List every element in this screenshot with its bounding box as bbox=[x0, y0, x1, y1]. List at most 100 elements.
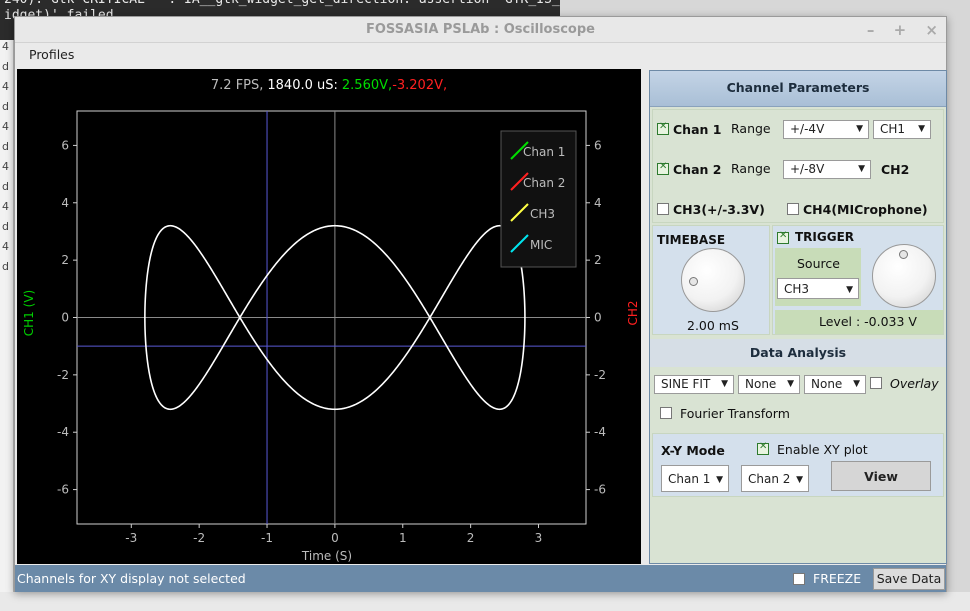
strip-char: 4 bbox=[2, 240, 9, 253]
xy-x-channel-select[interactable]: Chan 1 ▼ bbox=[661, 465, 729, 492]
trigger-source-select[interactable]: CH3 ▼ bbox=[777, 278, 859, 299]
legend-item-chan2: Chan 2 bbox=[523, 176, 565, 190]
overlay-checkbox[interactable] bbox=[870, 377, 882, 389]
analysis-option-2-value: None bbox=[811, 377, 843, 391]
trigger-level-value: Level : -0.033 V bbox=[819, 314, 917, 329]
chevron-down-icon: ▼ bbox=[858, 164, 865, 174]
strip-char: 4 bbox=[2, 120, 9, 133]
ch4-checkbox[interactable] bbox=[787, 203, 799, 215]
chan1-source-value: CH1 bbox=[880, 122, 906, 136]
fit-value: SINE FIT bbox=[661, 377, 711, 391]
y-tick-label: -2 bbox=[57, 368, 69, 382]
strip-char: 4 bbox=[2, 80, 9, 93]
strip-char: d bbox=[2, 140, 9, 153]
menu-profiles[interactable]: Profiles bbox=[29, 47, 74, 62]
freeze-label: FREEZE bbox=[813, 571, 862, 586]
timebase-title: TIMEBASE bbox=[657, 233, 726, 247]
control-panel: Channel Parameters Chan 1 Range +/-4V ▼ C… bbox=[649, 70, 947, 564]
trigger-level-knob[interactable] bbox=[872, 244, 936, 308]
enable-xy-checkbox[interactable] bbox=[757, 441, 769, 455]
x-tick-label: 0 bbox=[331, 531, 339, 545]
minimize-button[interactable]: – bbox=[867, 21, 875, 39]
chan2-range-select[interactable]: +/-8V ▼ bbox=[783, 160, 871, 179]
strip-char: 4 bbox=[2, 40, 9, 53]
strip-char: d bbox=[2, 180, 9, 193]
fourier-label: Fourier Transform bbox=[680, 406, 790, 421]
y-axis-label-ch2: CH2 bbox=[626, 300, 640, 325]
scope-plot[interactable]: 7.2 FPS, 1840.0 uS: 2.560V, -3.202V, -3 -… bbox=[17, 69, 641, 564]
chevron-down-icon: ▼ bbox=[856, 124, 863, 134]
x-tick-label: 3 bbox=[535, 531, 543, 545]
strip-char: d bbox=[2, 60, 9, 73]
close-button[interactable]: × bbox=[925, 21, 938, 39]
trigger-title: TRIGGER bbox=[795, 230, 855, 244]
y-tick-label: -4 bbox=[57, 425, 69, 439]
y2-tick-label: -6 bbox=[594, 483, 606, 497]
timebase-knob[interactable] bbox=[681, 248, 745, 312]
chan2-checkbox[interactable] bbox=[657, 161, 669, 175]
freeze-checkbox[interactable] bbox=[793, 572, 805, 585]
chevron-down-icon: ▼ bbox=[716, 475, 723, 485]
chan2-range-value: +/-8V bbox=[790, 162, 825, 176]
chevron-down-icon: ▼ bbox=[721, 379, 728, 389]
status-bar: Channels for XY display not selected FRE… bbox=[15, 565, 946, 592]
chevron-down-icon: ▼ bbox=[853, 379, 860, 389]
trigger-source-label: Source bbox=[797, 256, 840, 271]
view-button[interactable]: View bbox=[831, 461, 931, 491]
x-tick-label: 1 bbox=[399, 531, 407, 545]
chevron-down-icon: ▼ bbox=[787, 379, 794, 389]
chan1-source-select[interactable]: CH1 ▼ bbox=[873, 120, 931, 139]
chevron-down-icon: ▼ bbox=[846, 285, 853, 295]
menu-bar: Profiles bbox=[15, 43, 946, 69]
y2-tick-label: -2 bbox=[594, 368, 606, 382]
ch4-label: CH4(MICrophone) bbox=[803, 202, 928, 217]
chan1-label: Chan 1 bbox=[673, 122, 722, 137]
scope-plot-area[interactable]: 7.2 FPS, 1840.0 uS: 2.560V, -3.202V, -3 -… bbox=[17, 69, 641, 564]
desktop-bottom bbox=[0, 592, 970, 611]
legend-item-ch3: CH3 bbox=[530, 207, 555, 221]
legend-item-chan1: Chan 1 bbox=[523, 145, 565, 159]
readout-time: 1840.0 uS: bbox=[267, 78, 338, 93]
x-tick-label: -2 bbox=[193, 531, 205, 545]
plot-legend: Chan 1 Chan 2 CH3 MIC bbox=[500, 130, 577, 268]
fit-select[interactable]: SINE FIT ▼ bbox=[654, 375, 734, 394]
xy-x-channel-value: Chan 1 bbox=[668, 472, 711, 486]
readout-ch1-voltage: 2.560V, bbox=[342, 78, 392, 93]
analysis-option-1-value: None bbox=[745, 377, 777, 391]
strip-char: d bbox=[2, 260, 9, 273]
save-data-button[interactable]: Save Data bbox=[873, 568, 945, 590]
y-tick-label: 2 bbox=[61, 253, 69, 267]
strip-char: d bbox=[2, 220, 9, 233]
fourier-checkbox[interactable] bbox=[660, 407, 672, 419]
y-tick-label: -6 bbox=[57, 483, 69, 497]
x-tick-label: 2 bbox=[467, 531, 475, 545]
chan1-range-select[interactable]: +/-4V ▼ bbox=[783, 120, 869, 139]
trigger-level-box: Level : -0.033 V bbox=[775, 310, 943, 334]
y-axis-label-ch1: CH1 (V) bbox=[22, 290, 36, 336]
oscilloscope-window: FOSSASIA PSLAb : Oscilloscope – + × Prof… bbox=[14, 16, 947, 592]
maximize-button[interactable]: + bbox=[894, 21, 907, 39]
background-window-strip: 4 d 4 d 4 d 4 d 4 d 4 d bbox=[0, 40, 14, 600]
y2-tick-label: 6 bbox=[594, 138, 602, 152]
ch3-checkbox[interactable] bbox=[657, 203, 669, 215]
strip-char: 4 bbox=[2, 200, 9, 213]
strip-char: 4 bbox=[2, 160, 9, 173]
legend-item-mic: MIC bbox=[530, 238, 552, 252]
overlay-label: Overlay bbox=[890, 376, 939, 391]
channel-params-section: Chan 1 Range +/-4V ▼ CH1 ▼ Chan 2 Range +/… bbox=[652, 109, 944, 223]
trigger-checkbox[interactable] bbox=[777, 230, 789, 244]
y-tick-label: 4 bbox=[61, 196, 69, 210]
xy-y-channel-select[interactable]: Chan 2 ▼ bbox=[741, 465, 809, 492]
readout-fps: 7.2 FPS, bbox=[211, 78, 264, 93]
analysis-option-1-select[interactable]: None ▼ bbox=[738, 375, 800, 394]
y2-tick-label: 0 bbox=[594, 311, 602, 325]
trigger-source-value: CH3 bbox=[784, 282, 810, 296]
title-bar[interactable]: FOSSASIA PSLAb : Oscilloscope – + × bbox=[15, 17, 946, 43]
chan1-checkbox[interactable] bbox=[657, 121, 669, 135]
analysis-option-2-select[interactable]: None ▼ bbox=[804, 375, 866, 394]
window-title: FOSSASIA PSLAb : Oscilloscope bbox=[365, 22, 595, 37]
xy-y-channel-value: Chan 2 bbox=[748, 472, 791, 486]
chan1-range-label: Range bbox=[731, 121, 771, 136]
freeze-control: FREEZE bbox=[793, 571, 861, 586]
y-tick-label: 6 bbox=[61, 138, 69, 152]
